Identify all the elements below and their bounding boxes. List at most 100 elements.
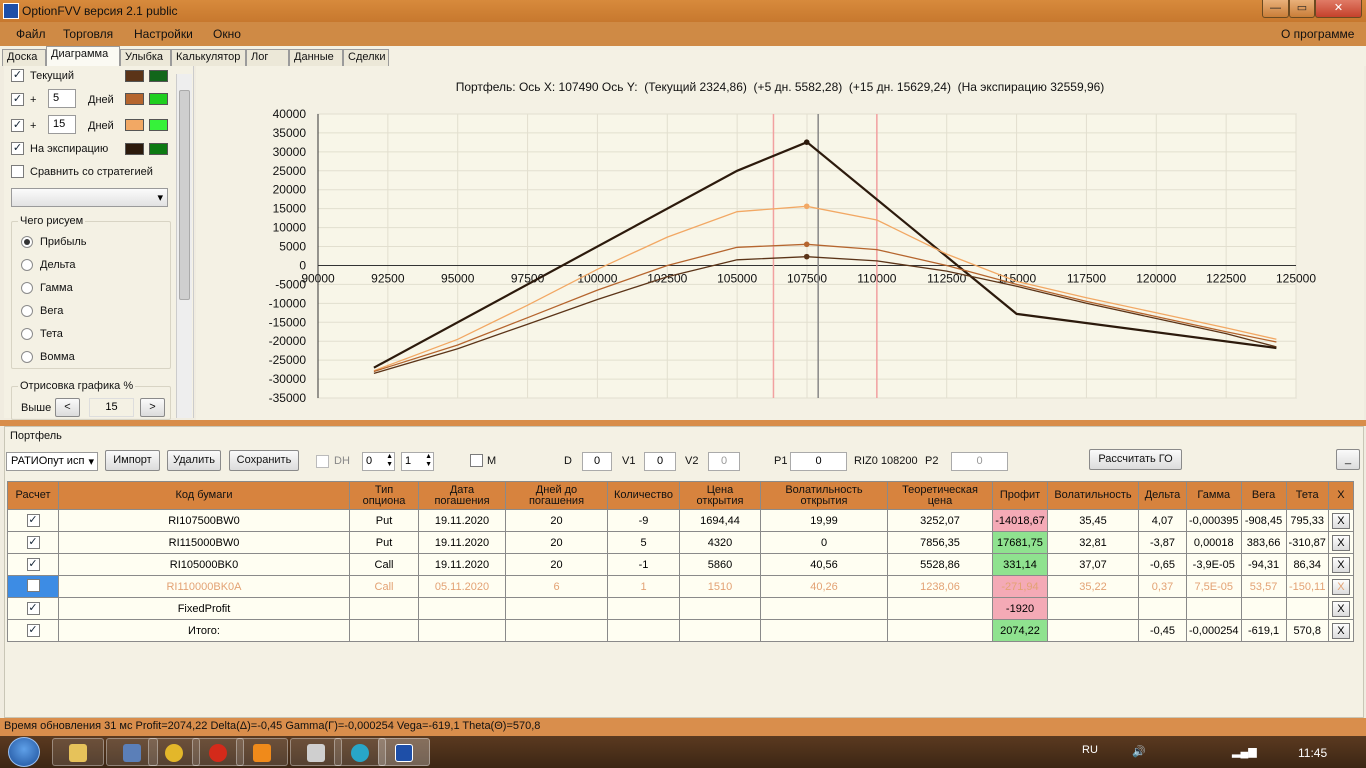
- row-checkbox[interactable]: ✓: [26, 536, 40, 549]
- days2-color-swatch[interactable]: [125, 119, 144, 131]
- row-checkbox[interactable]: [26, 578, 40, 592]
- taskbar-optionfvv[interactable]: [378, 738, 430, 766]
- row-remove-cell[interactable]: X: [1327, 531, 1354, 554]
- row-calc-cell[interactable]: ✓: [7, 619, 59, 642]
- col-delta[interactable]: Дельта: [1138, 481, 1187, 510]
- menu-trade[interactable]: Торговля: [63, 27, 113, 41]
- row-calc-cell[interactable]: ✓: [7, 509, 59, 532]
- radio-profit[interactable]: [21, 236, 33, 248]
- remove-row-button[interactable]: X: [1331, 556, 1350, 573]
- menu-window[interactable]: Окно: [213, 27, 241, 41]
- days1-input[interactable]: 5: [48, 89, 76, 108]
- col-vol-open[interactable]: Волатильность открытия: [760, 481, 888, 510]
- col-profit[interactable]: Профит: [992, 481, 1048, 510]
- current-color-swatch[interactable]: [125, 70, 144, 82]
- days1-color-swatch[interactable]: [125, 93, 144, 105]
- increase-button[interactable]: >: [140, 398, 165, 417]
- col-days[interactable]: Дней до погашения: [505, 481, 608, 510]
- above-value[interactable]: 15: [89, 398, 134, 417]
- row-remove-cell[interactable]: X: [1327, 597, 1354, 620]
- portfolio-select[interactable]: РАТИОпут исп ▾: [6, 452, 98, 471]
- scrollbar-thumb[interactable]: [179, 90, 190, 300]
- tab-data[interactable]: Данные: [289, 49, 343, 66]
- tab-trades[interactable]: Сделки: [343, 49, 389, 66]
- tab-diagram[interactable]: Диаграмма: [46, 46, 120, 66]
- row-calc-cell[interactable]: ✓: [7, 553, 59, 576]
- dh-checkbox[interactable]: [316, 455, 329, 468]
- table-row[interactable]: ✓ Итого: 2074,22 -0,45 -0,000254 -619,1 570,8 X: [7, 619, 1354, 642]
- col-price[interactable]: Цена открытия: [679, 481, 761, 510]
- remove-row-button[interactable]: X: [1331, 534, 1350, 551]
- menu-settings[interactable]: Настройки: [134, 27, 193, 41]
- table-row[interactable]: ✓ FixedProfit -1920 X: [7, 597, 1354, 620]
- radio-delta[interactable]: [21, 259, 33, 271]
- row-checkbox[interactable]: ✓: [26, 624, 40, 637]
- row-checkbox[interactable]: ✓: [26, 514, 40, 527]
- days2-input[interactable]: 15: [48, 115, 76, 134]
- taskbar-media[interactable]: [236, 738, 288, 766]
- col-date[interactable]: Дата погашения: [418, 481, 506, 510]
- clock[interactable]: 11:45: [1298, 746, 1327, 760]
- m-checkbox[interactable]: [470, 454, 483, 467]
- tab-board[interactable]: Доска: [2, 49, 46, 66]
- start-button[interactable]: [8, 737, 40, 767]
- row-remove-cell[interactable]: X: [1327, 509, 1354, 532]
- strategy-dropdown[interactable]: ▾: [11, 188, 168, 207]
- spinner-arrows-icon[interactable]: ▲ ▼: [386, 453, 393, 469]
- remove-row-button[interactable]: X: [1331, 512, 1350, 529]
- tab-calculator[interactable]: Калькулятор: [171, 49, 246, 66]
- table-row[interactable]: ✓ RI105000BK0 Call 19.11.2020 20 -1 5860 40,56 5…: [7, 553, 1354, 576]
- remove-row-button[interactable]: X: [1331, 578, 1350, 595]
- collapse-button[interactable]: _: [1336, 449, 1360, 470]
- payoff-chart[interactable]: 90000 92500 95000 97500 100000 102500 105000 10…: [196, 66, 1364, 420]
- days1-color-swatch-2[interactable]: [149, 93, 168, 105]
- col-calc[interactable]: Расчет: [7, 481, 59, 510]
- table-row[interactable]: ✓ RI115000BW0 Put 19.11.2020 20 5 4320 0 7856,35…: [7, 531, 1354, 554]
- menu-file[interactable]: Файл: [16, 27, 46, 41]
- days1-checkbox[interactable]: ✓: [11, 93, 24, 106]
- tab-log[interactable]: Лог: [246, 49, 289, 66]
- remove-row-button[interactable]: X: [1331, 622, 1350, 639]
- current-checkbox[interactable]: ✓: [11, 69, 24, 82]
- col-theo[interactable]: Теоретическая цена: [887, 481, 993, 510]
- signal-icon[interactable]: ▂▄▆: [1232, 745, 1257, 758]
- remove-row-button[interactable]: X: [1331, 600, 1350, 617]
- radio-vega[interactable]: [21, 305, 33, 317]
- dh-spinner-2[interactable]: 1 ▲ ▼: [401, 452, 434, 471]
- taskbar-explorer[interactable]: [52, 738, 104, 766]
- col-vega[interactable]: Вега: [1240, 481, 1287, 510]
- table-row[interactable]: ✓ RI107500BW0 Put 19.11.2020 20 -9 1694,44 19,9…: [7, 509, 1354, 532]
- row-remove-cell[interactable]: X: [1327, 553, 1354, 576]
- col-qty[interactable]: Количество: [607, 481, 680, 510]
- radio-gamma[interactable]: [21, 282, 33, 294]
- expiry-color-swatch[interactable]: [125, 143, 144, 155]
- row-remove-cell[interactable]: X: [1327, 619, 1354, 642]
- spinner-arrows-icon[interactable]: ▲ ▼: [425, 453, 432, 469]
- col-code[interactable]: Код бумаги: [58, 481, 350, 510]
- decrease-button[interactable]: <: [55, 398, 80, 417]
- row-checkbox[interactable]: ✓: [26, 558, 40, 571]
- expiry-color-swatch-2[interactable]: [149, 143, 168, 155]
- dh-spinner-1[interactable]: 0 ▲ ▼: [362, 452, 395, 471]
- menu-about[interactable]: О программе: [1281, 27, 1354, 41]
- current-color-swatch-2[interactable]: [149, 70, 168, 82]
- radio-theta[interactable]: [21, 328, 33, 340]
- maximize-button[interactable]: ▭: [1289, 0, 1315, 18]
- import-button[interactable]: Импорт: [105, 450, 160, 471]
- radio-vomma[interactable]: [21, 351, 33, 363]
- days2-checkbox[interactable]: ✓: [11, 119, 24, 132]
- left-panel-scrollbar[interactable]: [176, 74, 192, 418]
- row-calc-cell[interactable]: [7, 575, 59, 598]
- col-remove[interactable]: X: [1327, 481, 1354, 510]
- col-type[interactable]: Тип опциона: [349, 481, 419, 510]
- row-checkbox[interactable]: ✓: [26, 602, 40, 615]
- col-theta[interactable]: Тета: [1285, 481, 1329, 510]
- row-calc-cell[interactable]: ✓: [7, 531, 59, 554]
- days2-color-swatch-2[interactable]: [149, 119, 168, 131]
- table-row[interactable]: RI110000BK0A Call 05.11.2020 6 1 1510 40,26 123…: [7, 575, 1354, 598]
- close-button[interactable]: ✕: [1315, 0, 1362, 18]
- compare-checkbox[interactable]: [11, 165, 24, 178]
- tab-smile[interactable]: Улыбка: [120, 49, 171, 66]
- calculate-go-button[interactable]: Рассчитать ГО: [1089, 449, 1182, 470]
- volume-icon[interactable]: 🔊: [1132, 745, 1146, 758]
